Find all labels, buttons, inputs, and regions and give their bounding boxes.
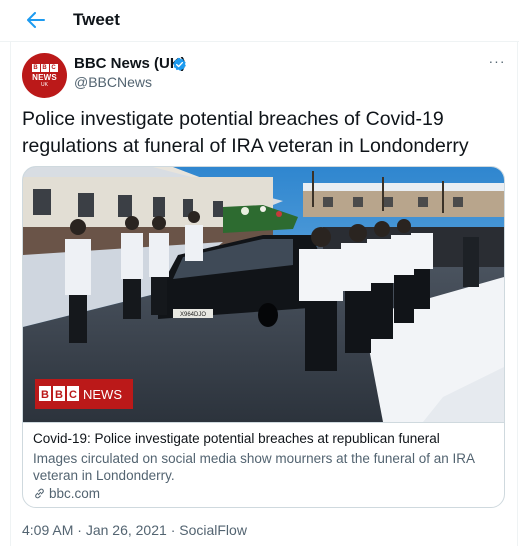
author-handle[interactable]: @BBCNews — [74, 74, 152, 90]
arrow-left-icon — [27, 12, 45, 28]
tweet-source[interactable]: SocialFlow — [179, 522, 247, 538]
link-preview-card[interactable]: X964DJO B B C NEWS Covid-19: Police inve… — [22, 166, 505, 508]
tweet-timestamp: 4:09 AM · Jan 26, 2021 · SocialFlow — [22, 522, 247, 538]
number-plate: X964DJO — [180, 312, 206, 318]
verified-badge-icon — [173, 57, 186, 71]
separator: · — [170, 522, 176, 538]
author-display-name[interactable]: BBC News (UK) — [74, 55, 186, 72]
card-domain: bbc.com — [33, 486, 100, 501]
watermark-b2: B — [55, 389, 63, 401]
card-description: Images circulated on social media show m… — [33, 451, 475, 483]
card-title: Covid-19: Police investigate potential b… — [33, 431, 440, 446]
avatar[interactable]: B B C NEWS UK — [22, 53, 67, 98]
watermark-news: NEWS — [83, 387, 122, 402]
card-meta[interactable]: Covid-19: Police investigate potential b… — [23, 422, 504, 507]
funeral-photo: X964DJO B B C NEWS — [23, 167, 504, 422]
column-divider-left — [10, 42, 11, 546]
watermark-b1: B — [41, 389, 49, 401]
back-button[interactable] — [23, 9, 49, 31]
page-title: Tweet — [73, 10, 120, 29]
link-icon — [35, 488, 44, 499]
avatar-news-text: NEWS — [32, 72, 57, 82]
separator: · — [77, 522, 82, 538]
watermark-c: C — [69, 389, 77, 401]
bbc-logo-icon: B B C — [31, 63, 58, 72]
tweet-text: Police investigate potential breaches of… — [22, 108, 469, 157]
more-options-button[interactable]: ··· — [487, 54, 507, 70]
avatar-uk-text: UK — [41, 81, 48, 88]
column-divider-right — [517, 42, 518, 546]
card-image[interactable]: X964DJO B B C NEWS — [23, 167, 504, 422]
tweet-date[interactable]: Jan 26, 2021 — [86, 522, 167, 538]
tweet-time[interactable]: 4:09 AM — [22, 522, 73, 538]
header-bar: Tweet — [0, 0, 519, 42]
card-domain-text: bbc.com — [49, 486, 101, 501]
